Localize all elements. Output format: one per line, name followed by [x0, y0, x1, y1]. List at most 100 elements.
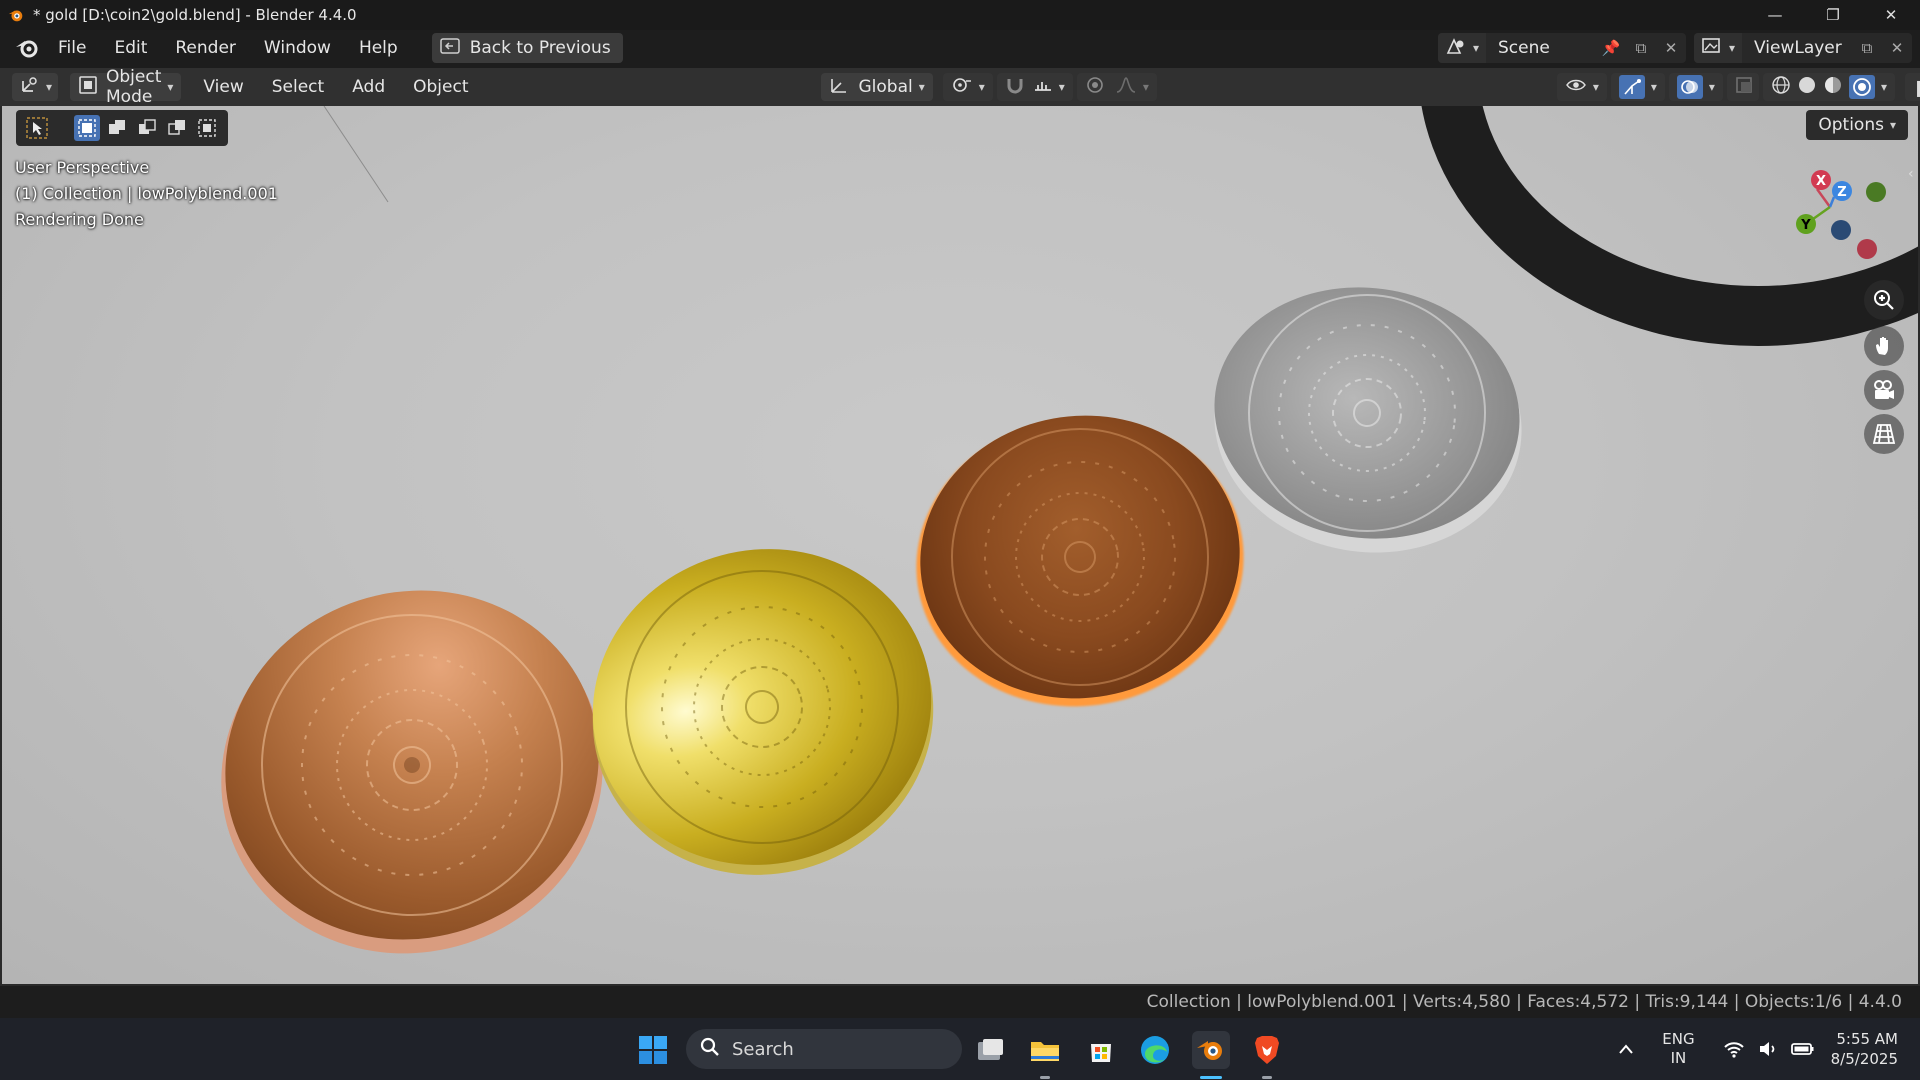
- proportional-edit-icon[interactable]: [1085, 76, 1105, 99]
- language-region: IN: [1670, 1049, 1687, 1067]
- xray-icon: [1735, 76, 1753, 99]
- gizmo-y-label: Y: [1800, 218, 1811, 233]
- orientation-label: Global: [858, 77, 913, 97]
- delete-viewlayer-button[interactable]: ✕: [1882, 33, 1912, 63]
- scene-name[interactable]: Scene: [1486, 38, 1596, 58]
- snap-increment-icon[interactable]: [1033, 76, 1053, 99]
- menu-window[interactable]: Window: [250, 38, 345, 58]
- volume-icon[interactable]: [1757, 1040, 1779, 1058]
- task-view-icon[interactable]: [972, 1031, 1010, 1069]
- select-extend-icon[interactable]: [104, 115, 130, 141]
- windows-start-icon[interactable]: [634, 1031, 672, 1069]
- blender-logo-menu[interactable]: [10, 33, 44, 63]
- back-to-previous-button[interactable]: Back to Previous: [431, 33, 623, 63]
- input-language[interactable]: ENG IN: [1662, 1030, 1694, 1068]
- close-button[interactable]: ✕: [1862, 0, 1920, 30]
- edge-icon[interactable]: [1136, 1031, 1174, 1069]
- image-stack-icon: [1701, 36, 1723, 60]
- wifi-icon[interactable]: [1723, 1040, 1745, 1058]
- navigation-gizmo[interactable]: Y X Z: [1790, 162, 1900, 272]
- select-difference-icon[interactable]: [164, 115, 190, 141]
- header-menu-select[interactable]: Select: [258, 77, 338, 97]
- 3d-viewport[interactable]: User Perspective (1) Collection | lowPol…: [0, 106, 1920, 986]
- taskbar-clock[interactable]: 5:55 AM 8/5/2025: [1831, 1029, 1898, 1069]
- magnet-icon[interactable]: [1005, 76, 1025, 99]
- xray-toggle[interactable]: [1726, 73, 1759, 101]
- editor-type-button[interactable]: ▾: [12, 73, 58, 101]
- overlays-icon[interactable]: [1676, 75, 1703, 99]
- snapping-group: ▾: [996, 73, 1073, 101]
- pivot-point-dropdown[interactable]: ▾: [942, 73, 993, 101]
- pause-render-button[interactable]: ❚❚: [1904, 73, 1920, 101]
- clock-date: 8/5/2025: [1830, 1050, 1898, 1068]
- options-dropdown[interactable]: Options ▾: [1806, 110, 1908, 140]
- search-label: Search: [732, 1038, 794, 1060]
- transform-orientation-dropdown[interactable]: Global ▾: [820, 73, 933, 101]
- silver-coin[interactable]: [1198, 267, 1536, 559]
- gizmo-neg-y[interactable]: [1866, 182, 1886, 202]
- new-viewlayer-button[interactable]: ⧉: [1852, 33, 1882, 63]
- solid-shading-icon[interactable]: [1797, 75, 1817, 100]
- chevron-down-icon: ▾: [46, 80, 53, 94]
- header-menu-add[interactable]: Add: [338, 77, 399, 97]
- delete-scene-button[interactable]: ✕: [1656, 33, 1686, 63]
- brave-icon[interactable]: [1248, 1031, 1286, 1069]
- menu-render[interactable]: Render: [161, 38, 250, 58]
- rendered-shading-icon[interactable]: [1848, 75, 1875, 99]
- chevron-down-icon: ▾: [1708, 80, 1715, 94]
- battery-icon[interactable]: [1790, 1041, 1815, 1057]
- visibility-dropdown[interactable]: ▾: [1556, 73, 1607, 101]
- clock-time: 5:55 AM: [1836, 1030, 1898, 1048]
- scene-browse-button[interactable]: ▾: [1438, 33, 1486, 63]
- header-menu-view[interactable]: View: [189, 77, 257, 97]
- select-new-icon[interactable]: [74, 115, 100, 141]
- show-hidden-icons-icon[interactable]: [1618, 1043, 1634, 1055]
- camera-view-icon[interactable]: [1864, 370, 1904, 410]
- pin-icon[interactable]: 📌: [1596, 33, 1626, 63]
- gizmo-neg-z[interactable]: [1831, 220, 1851, 240]
- menu-file[interactable]: File: [44, 38, 100, 58]
- render-status-label: Rendering Done: [15, 210, 144, 229]
- microsoft-store-icon[interactable]: [1082, 1031, 1120, 1069]
- gizmo-icon[interactable]: [1618, 75, 1645, 99]
- material-preview-icon[interactable]: [1823, 75, 1843, 100]
- status-bar: Collection | lowPolyblend.001 | Verts:4,…: [0, 986, 1920, 1018]
- viewlayer-browse-button[interactable]: ▾: [1694, 33, 1742, 63]
- chevron-down-icon: ▾: [1889, 118, 1896, 132]
- search-icon: [700, 1037, 720, 1062]
- active-app-indicator: [1200, 1076, 1222, 1079]
- header-menu-object[interactable]: Object: [399, 77, 482, 97]
- collection-label: (1) Collection | lowPolyblend.001: [15, 184, 278, 203]
- selection-tool-strip: [16, 110, 228, 146]
- file-explorer-icon[interactable]: [1026, 1031, 1064, 1069]
- select-tool-icon[interactable]: [24, 115, 50, 141]
- chevron-down-icon: ▾: [1058, 80, 1065, 94]
- screen: * gold [D:\coin2\gold.blend] - Blender 4…: [0, 0, 1920, 1080]
- object-mode-dropdown[interactable]: Object Mode ▾: [70, 67, 182, 107]
- falloff-curve-icon[interactable]: [1115, 76, 1137, 99]
- select-subtract-icon[interactable]: [134, 115, 160, 141]
- running-indicator: [1040, 1076, 1050, 1079]
- chevron-down-icon: ▾: [1728, 41, 1736, 55]
- viewlayer-name[interactable]: ViewLayer: [1742, 38, 1852, 58]
- wireframe-shading-icon[interactable]: [1771, 75, 1791, 100]
- menu-help[interactable]: Help: [345, 38, 412, 58]
- minimize-button[interactable]: —: [1746, 0, 1804, 30]
- restore-button[interactable]: ❐: [1804, 0, 1862, 30]
- sidebar-toggle-icon[interactable]: ‹: [1908, 166, 1918, 186]
- menu-edit[interactable]: Edit: [100, 38, 161, 58]
- select-intersect-icon[interactable]: [194, 115, 220, 141]
- pause-icon: ❚❚: [1912, 77, 1920, 97]
- blender-icon[interactable]: [1192, 1031, 1230, 1069]
- taskbar-search-box[interactable]: Search: [686, 1029, 962, 1069]
- pan-hand-icon[interactable]: [1864, 326, 1904, 366]
- perspective-grid-icon[interactable]: [1864, 414, 1904, 454]
- bronze-coin[interactable]: [901, 395, 1259, 719]
- scene-icon: [1445, 36, 1467, 60]
- chevron-down-icon: ▾: [1880, 80, 1887, 94]
- new-scene-button[interactable]: ⧉: [1626, 33, 1656, 63]
- top-menu-bar: File Edit Render Window Help Back to Pre…: [0, 30, 1920, 66]
- gizmo-neg-x[interactable]: [1857, 239, 1877, 259]
- zoom-icon[interactable]: [1864, 280, 1904, 320]
- overlay-toggle-group: ▾: [1668, 73, 1723, 101]
